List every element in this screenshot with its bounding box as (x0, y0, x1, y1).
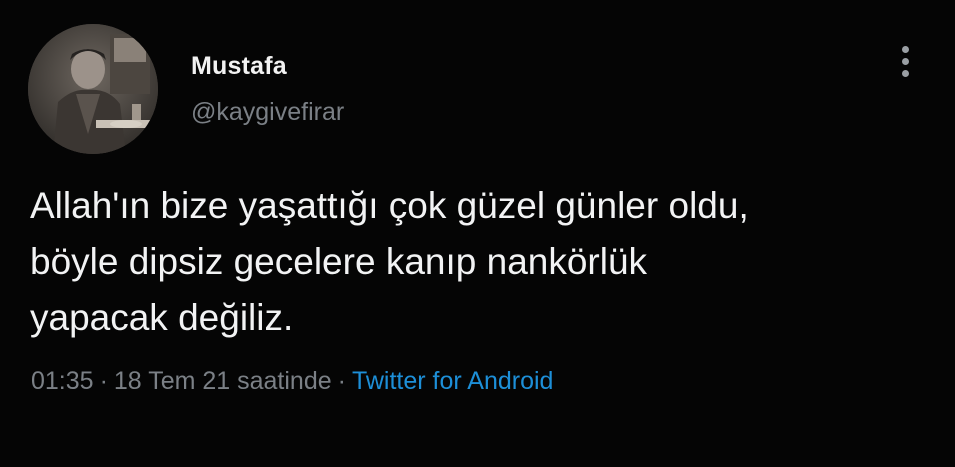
tweet-source-link[interactable]: Twitter for Android (352, 367, 553, 395)
tweet-date[interactable]: 18 Tem 21 saatinde (114, 367, 332, 395)
meta-separator: · (99, 367, 108, 395)
tweet-text: Allah'ın bize yaşattığı çok güzel günler… (30, 178, 930, 346)
dot-icon (901, 45, 909, 53)
tweet-card: Mustafa @kaygivefirar Allah'ın bize yaşa… (0, 0, 955, 467)
dot-icon (901, 57, 909, 65)
avatar-photo (28, 24, 158, 154)
more-vertical-icon[interactable] (890, 40, 920, 82)
user-handle[interactable]: @kaygivefirar (191, 98, 344, 127)
tweet-text-line: böyle dipsiz gecelere kanıp nankörlük (30, 241, 648, 282)
display-name[interactable]: Mustafa (191, 52, 287, 81)
avatar[interactable] (28, 24, 158, 154)
tweet-time[interactable]: 01:35 (31, 367, 94, 395)
tweet-text-line: Allah'ın bize yaşattığı çok güzel günler… (30, 185, 749, 226)
tweet-text-line: yapacak değiliz. (30, 297, 294, 338)
tweet-meta: 01:35 · 18 Tem 21 saatinde · Twitter for And… (31, 367, 553, 396)
dot-icon (901, 69, 909, 77)
meta-separator: · (337, 367, 346, 395)
